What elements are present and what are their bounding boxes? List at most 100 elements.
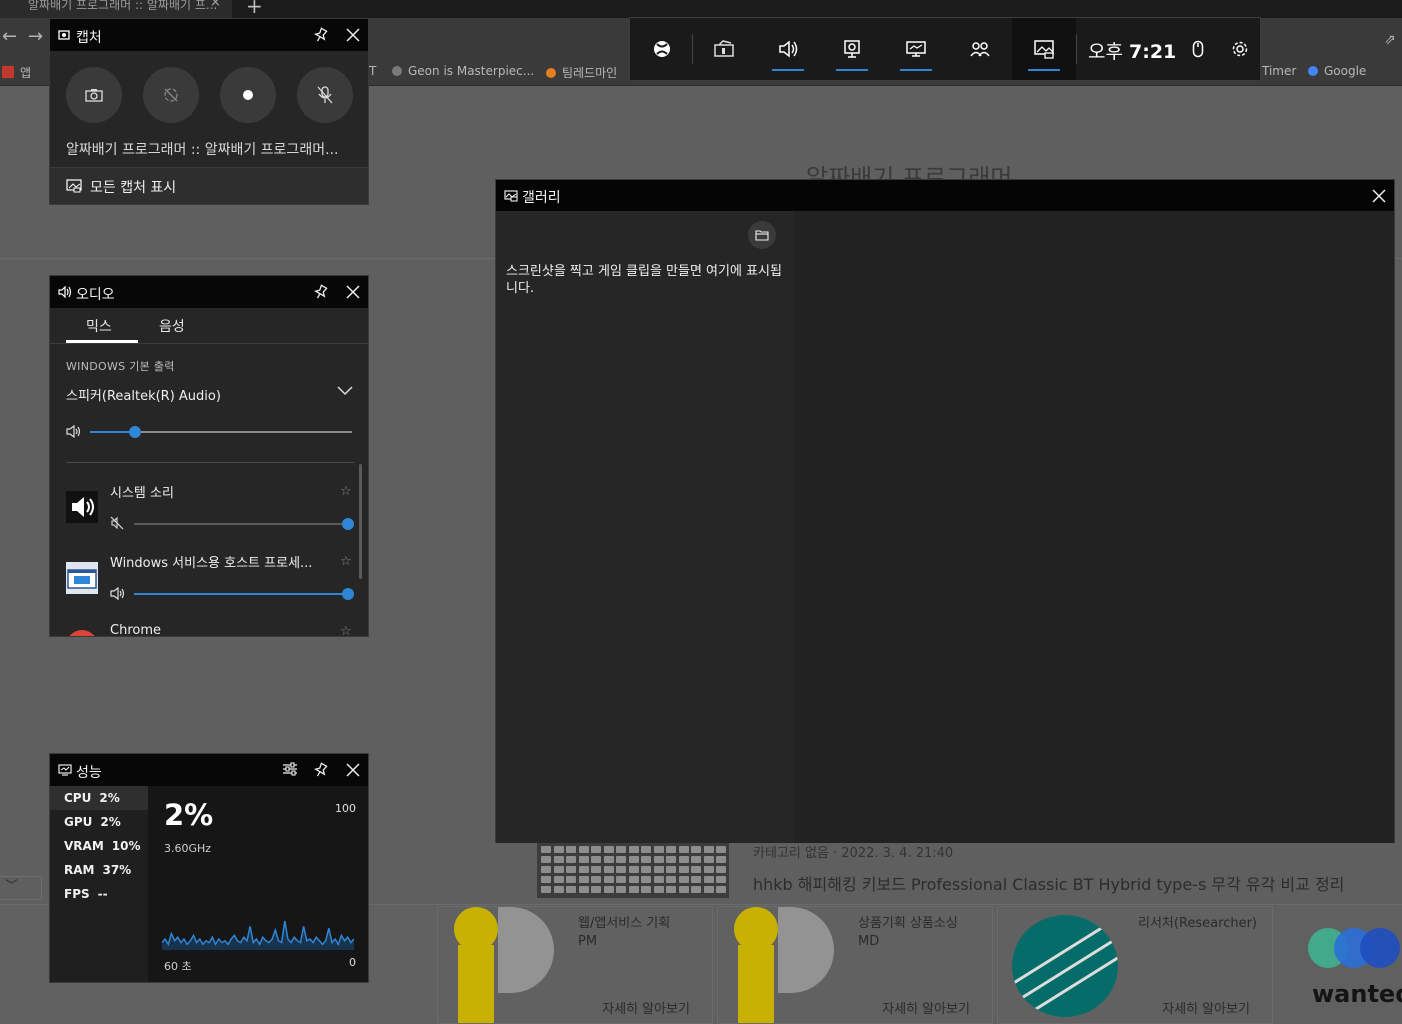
system-sounds-volume-slider[interactable]	[134, 518, 354, 530]
master-volume-slider[interactable]	[90, 426, 352, 438]
mic-toggle-button[interactable]	[297, 67, 353, 123]
favorite-star-icon[interactable]: ☆	[340, 624, 352, 636]
audio-widget-button[interactable]	[756, 18, 820, 80]
slider-thumb[interactable]	[342, 518, 354, 530]
social-widget-button[interactable]	[948, 18, 1012, 80]
scrollbar[interactable]	[359, 464, 362, 579]
metric-ram[interactable]: RAM 37%	[50, 858, 148, 882]
start-recording-button[interactable]	[220, 67, 276, 123]
performance-widget-header[interactable]: 성능	[50, 754, 368, 786]
collapse-chevron-icon[interactable]: ﹀	[0, 876, 42, 900]
speaker-volume-icon[interactable]	[110, 587, 126, 600]
post-title[interactable]: hhkb 해피해킹 키보드 Professional Classic BT Hy…	[753, 871, 1344, 895]
bookmark-t[interactable]: T	[369, 64, 376, 78]
screenshot-button[interactable]	[66, 67, 122, 123]
keyboard-key	[553, 846, 564, 853]
ad-card-md[interactable]: 상품기획 상품소싱 MD 자세히 알아보기	[717, 906, 993, 1024]
bookmark-apps[interactable]: 앱	[2, 64, 31, 81]
pin-icon[interactable]	[314, 762, 328, 778]
performance-widget-button[interactable]	[884, 18, 948, 80]
keyboard-key	[653, 846, 664, 853]
metric-vram[interactable]: VRAM 10%	[50, 834, 148, 858]
audio-widget-title: 오디오	[76, 287, 115, 303]
bookmark-geon[interactable]: Geon is Masterpiec...	[392, 64, 534, 78]
back-arrow-icon[interactable]: ←	[2, 26, 17, 47]
gallery-icon	[1034, 40, 1054, 59]
keyboard-key	[541, 866, 551, 873]
slider-fill	[90, 431, 135, 433]
wanted-logo	[1308, 928, 1402, 1024]
close-icon[interactable]	[345, 762, 361, 778]
ad-more-link[interactable]: 자세히 알아보기	[602, 998, 690, 1017]
keyboard-key	[653, 876, 664, 883]
keyboard-key	[553, 866, 564, 873]
post-thumbnail[interactable]	[537, 842, 729, 898]
xbox-button[interactable]	[630, 18, 694, 80]
slider-fill	[134, 523, 348, 525]
settings-button[interactable]	[1220, 18, 1260, 80]
last-capture-label[interactable]: 알짜배기 프로그래머 :: 알짜배기 프로그래머...	[66, 139, 354, 159]
tab-voice[interactable]: 음성	[159, 316, 185, 336]
forward-arrow-icon[interactable]: →	[28, 26, 43, 47]
close-icon[interactable]	[345, 284, 361, 300]
gallery-icon	[66, 179, 82, 193]
record-last-button[interactable]	[143, 67, 199, 123]
chevron-down-icon[interactable]	[336, 384, 354, 396]
options-sliders-icon[interactable]	[282, 762, 298, 776]
performance-widget: 성능 CPU 2% GPU 2% VRAM 10% RAM 37% FPS -- 2% 3…	[49, 753, 369, 983]
ad-card-pm[interactable]: 웹/앱서비스 기획 PM 자세히 알아보기	[437, 906, 713, 1024]
cpu-usage-value: 2%	[164, 798, 214, 832]
open-folder-button[interactable]	[748, 221, 776, 249]
share-icon[interactable]: ⇗	[1384, 32, 1396, 48]
widget-menu-button[interactable]	[692, 18, 756, 80]
bookmark-timer[interactable]: Timer	[1262, 64, 1296, 78]
tab-mix[interactable]: 믹스	[86, 316, 112, 336]
ad-more-link[interactable]: 자세히 알아보기	[1162, 998, 1250, 1017]
capture-widget-button[interactable]	[820, 18, 884, 80]
pin-icon[interactable]	[314, 284, 328, 300]
cpu-frequency: 3.60GHz	[164, 842, 212, 855]
post-meta: 카테고리 없음 · 2022. 3. 4. 21:40	[753, 846, 954, 861]
mouse-icon	[1192, 40, 1204, 58]
gallery-widget-button[interactable]	[1012, 18, 1076, 80]
mouse-lock-button[interactable]	[1178, 18, 1218, 80]
service-host-volume-slider[interactable]	[134, 588, 354, 600]
metric-fps[interactable]: FPS --	[50, 882, 148, 906]
capture-widget-header[interactable]: 캡처	[50, 19, 368, 51]
audio-widget-header[interactable]: 오디오	[50, 276, 368, 308]
gallery-widget-title: 갤러리	[522, 190, 561, 206]
bookmark-teamredmine[interactable]: 팀레드마인	[546, 64, 617, 81]
metrics-list: CPU 2% GPU 2% VRAM 10% RAM 37% FPS --	[50, 786, 148, 982]
keyboard-key	[578, 856, 589, 863]
pin-icon[interactable]	[314, 27, 328, 43]
close-icon[interactable]	[345, 27, 361, 43]
ad-card-researcher[interactable]: 리서처(Researcher) 자세히 알아보기	[997, 906, 1273, 1024]
close-icon[interactable]	[1371, 188, 1387, 204]
gallery-widget-header[interactable]: 갤러리	[496, 180, 1394, 211]
keyboard-key	[678, 876, 689, 883]
blog-title[interactable]: 알짜배기 프로그래머	[806, 158, 1012, 180]
favorite-star-icon[interactable]: ☆	[340, 554, 352, 569]
output-device-select[interactable]: 스피커(Realtek(R) Audio)	[66, 385, 221, 404]
favorite-star-icon[interactable]: ☆	[340, 484, 352, 499]
keyboard-key	[541, 886, 551, 893]
default-output-label: WINDOWS 기본 출력	[66, 360, 175, 373]
show-all-captures-button[interactable]: 모든 캡처 표시	[50, 167, 368, 204]
ad-more-link[interactable]: 자세히 알아보기	[882, 998, 970, 1017]
metric-gpu[interactable]: GPU 2%	[50, 810, 148, 834]
company-logo	[452, 907, 562, 1023]
new-tab-button[interactable]: +	[246, 0, 263, 18]
mic-off-icon	[317, 86, 333, 104]
tab-close-icon[interactable]: ×	[210, 0, 221, 9]
slider-thumb[interactable]	[128, 426, 141, 438]
metric-cpu[interactable]: CPU 2%	[50, 786, 148, 810]
browser-tab[interactable]: 알짜배기 프로그래머 :: 알짜배기 프... ×	[0, 0, 232, 18]
active-indicator	[1028, 69, 1060, 71]
keyboard-key	[691, 866, 701, 873]
gallery-list-pane: 스크린샷을 찍고 게임 클립을 만들면 여기에 표시됩니다.	[496, 211, 794, 843]
muted-speaker-icon[interactable]	[110, 516, 124, 530]
keyboard-key	[691, 886, 701, 893]
bookmark-google[interactable]: Google	[1308, 64, 1366, 78]
graph-line	[162, 920, 354, 947]
slider-thumb[interactable]	[342, 588, 354, 600]
